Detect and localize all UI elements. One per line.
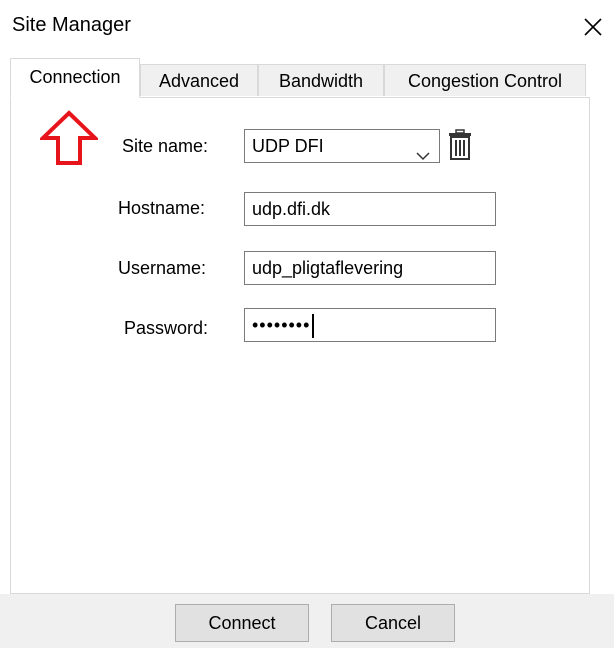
chevron-down-icon[interactable] <box>415 140 431 161</box>
username-label: Username: <box>118 258 207 278</box>
tab-congestion-control[interactable]: Congestion Control <box>384 64 586 96</box>
window-title: Site Manager <box>12 14 131 36</box>
close-icon[interactable] <box>578 12 608 42</box>
hostname-value: udp.dfi.dk <box>252 199 331 219</box>
password-value: •••••••• <box>252 315 311 335</box>
password-label: Password: <box>124 318 209 338</box>
tab-advanced[interactable]: Advanced <box>140 64 258 96</box>
text-caret <box>312 314 315 339</box>
trash-icon[interactable] <box>447 128 473 162</box>
site-name-combo[interactable]: UDP DFI <box>244 129 440 163</box>
up-arrow-icon <box>38 110 100 166</box>
hostname-label: Hostname: <box>118 198 206 218</box>
title-bar: Site Manager <box>0 0 614 56</box>
connect-button[interactable]: Connect <box>175 604 309 642</box>
site-name-value: UDP DFI <box>252 136 324 156</box>
password-field[interactable]: •••••••• <box>244 308 496 342</box>
cancel-button[interactable]: Cancel <box>331 604 455 642</box>
tab-connection[interactable]: Connection <box>10 58 140 98</box>
username-value: udp_pligtaflevering <box>252 258 404 278</box>
hostname-field[interactable]: udp.dfi.dk <box>244 192 496 226</box>
username-field[interactable]: udp_pligtaflevering <box>244 251 496 285</box>
site-name-label: Site name: <box>122 136 209 156</box>
tab-bandwidth[interactable]: Bandwidth <box>258 64 384 96</box>
connection-panel <box>10 97 590 594</box>
tab-bar: Connection Advanced Bandwidth Congestion… <box>10 58 590 98</box>
